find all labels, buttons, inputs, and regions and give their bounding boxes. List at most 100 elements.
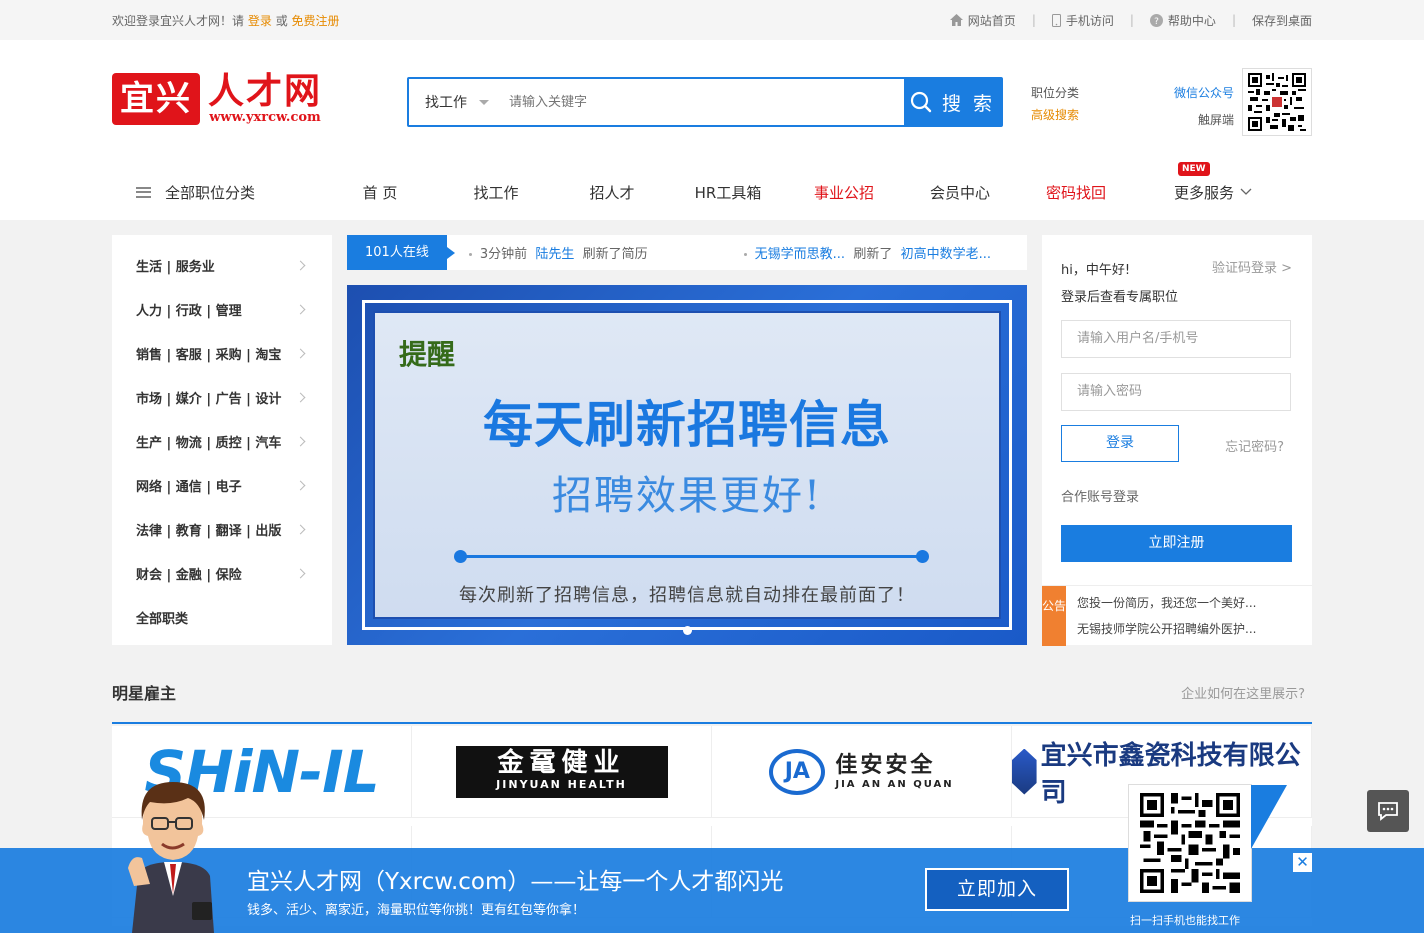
logo-mark: 宜兴	[112, 72, 200, 125]
category-sidebar: 生活 | 服务业 人力 | 行政 | 管理 销售 | 客服 | 采购 | 淘宝 …	[112, 235, 332, 645]
login-link[interactable]: 登录	[248, 14, 272, 28]
login-hint: 登录后查看专属职位	[1061, 290, 1179, 305]
join-now-button[interactable]: 立即加入	[925, 868, 1069, 911]
nav-find-job[interactable]: 找工作	[438, 182, 554, 203]
advanced-search-link[interactable]: 高级搜索	[1031, 104, 1079, 126]
banner-headline: 每天刷新招聘信息	[483, 396, 891, 454]
main-nav: 全部职位分类 首 页 找工作 招人才 HR工具箱 事业公招 会员中心 密码找回 …	[112, 161, 1312, 214]
showcase-question-link[interactable]: 企业如何在这里展示?	[1181, 683, 1305, 702]
chevron-right-icon	[295, 392, 306, 402]
main-section: 生活 | 服务业 人力 | 行政 | 管理 销售 | 客服 | 采购 | 淘宝 …	[112, 235, 1312, 646]
nav-home[interactable]: 首 页	[322, 182, 438, 203]
carousel-dot[interactable]	[683, 626, 692, 635]
advanced-links: 职位分类 高级搜索	[1031, 82, 1079, 126]
divider: |	[1129, 13, 1134, 27]
category-item[interactable]: 市场 | 媒介 | 广告 | 设计	[112, 375, 332, 419]
help-link[interactable]: ? 帮助中心	[1149, 12, 1216, 29]
banner-subline: 招聘效果更好!	[551, 473, 823, 519]
ticker-user-link[interactable]: 陆先生	[535, 247, 574, 262]
nav-password-recovery[interactable]: 密码找回	[1018, 182, 1134, 203]
wechat-link[interactable]: 微信公众号	[1174, 80, 1234, 107]
chat-button[interactable]	[1367, 790, 1409, 832]
register-link[interactable]: 免费注册	[292, 14, 340, 28]
xc-logo-icon	[1012, 748, 1037, 795]
category-item[interactable]: 人力 | 行政 | 管理	[112, 287, 332, 331]
category-item[interactable]: 网络 | 通信 | 电子	[112, 463, 332, 507]
coop-login-label: 合作账号登录	[1061, 490, 1140, 505]
chevron-down-icon	[479, 99, 489, 105]
chevron-right-icon	[295, 304, 306, 314]
promo-sub: 钱多、活少、离家近，海量职位等你挑！更有红包等你拿！	[247, 903, 586, 918]
nav-hr-tools[interactable]: HR工具箱	[670, 182, 786, 203]
ticker-company-link[interactable]: 无锡学而思教...	[755, 247, 845, 262]
menu-icon	[136, 186, 151, 198]
site-home-link[interactable]: 网站首页	[949, 12, 1016, 29]
new-badge: NEW	[1178, 161, 1210, 176]
more-services-menu[interactable]: NEW 更多服务	[1174, 161, 1252, 203]
close-icon[interactable]: ✕	[1293, 853, 1312, 872]
notice-item[interactable]: 无锡技师学院公开招聘编外医护...	[1077, 620, 1277, 637]
qr-labels: 微信公众号 触屏端	[1174, 80, 1234, 134]
welcome-text: 欢迎登录宜兴人才网！请 登录 或 免费注册	[112, 13, 340, 28]
banner-caption: 每次刷新了招聘信息，招聘信息就自动排在最前面了！	[459, 585, 915, 606]
category-item-all[interactable]: 全部职类	[112, 595, 332, 639]
notice-item[interactable]: 您投一份简历，我还您一个美好...	[1077, 594, 1277, 611]
category-item[interactable]: 生产 | 物流 | 质控 | 汽车	[112, 419, 332, 463]
qr-popup	[1128, 784, 1287, 902]
touch-link[interactable]: 触屏端	[1174, 107, 1234, 134]
greeting: hi，中午好!	[1061, 263, 1131, 278]
logo-text: 人才网	[208, 70, 323, 112]
nav-member-center[interactable]: 会员中心	[902, 182, 1018, 203]
home-icon	[949, 14, 963, 26]
search-button[interactable]: 搜 索	[904, 79, 1001, 125]
notice-box: 公告 您投一份简历，我还您一个美好... 无锡技师学院公开招聘编外医护...	[1042, 585, 1312, 646]
phone-icon	[1051, 13, 1061, 27]
qr-code	[1242, 68, 1312, 136]
register-button[interactable]: 立即注册	[1061, 525, 1292, 562]
nav-public-recruit[interactable]: 事业公招	[786, 182, 902, 203]
site-logo[interactable]: 宜兴 人才网 www.yxrcw.com	[112, 72, 322, 125]
divider: |	[1031, 13, 1036, 27]
chevron-right-icon	[295, 524, 306, 534]
category-item[interactable]: 生活 | 服务业	[112, 243, 332, 287]
category-item[interactable]: 财会 | 金融 | 保险	[112, 551, 332, 595]
all-categories-menu[interactable]: 全部职位分类	[112, 182, 322, 203]
ticker-job-link[interactable]: 初高中数学老...	[901, 247, 991, 262]
center-column: 101人在线 3分钟前 陆先生 刷新了简历 无锡学而思教... 刷新了 初高中数…	[347, 235, 1027, 645]
promo-banner[interactable]: 提醒 每天刷新招聘信息 招聘效果更好! 每次刷新了招聘信息，招聘信息就自动排在最…	[347, 285, 1027, 645]
chevron-right-icon	[295, 260, 306, 270]
password-field[interactable]: 请输入密码	[1061, 373, 1291, 411]
forgot-password-link[interactable]: 忘记密码?	[1225, 436, 1284, 455]
category-item[interactable]: 销售 | 客服 | 采购 | 淘宝	[112, 331, 332, 375]
chevron-right-icon	[295, 480, 306, 490]
mobile-link[interactable]: 手机访问	[1051, 12, 1114, 29]
username-field[interactable]: 请输入用户名/手机号	[1061, 320, 1291, 358]
chat-icon	[1378, 802, 1398, 821]
sms-login-link[interactable]: 验证码登录 >	[1212, 257, 1292, 276]
nav-recruit[interactable]: 招人才	[554, 182, 670, 203]
mascot-illustration	[128, 776, 218, 933]
save-desktop-link[interactable]: 保存到桌面	[1252, 12, 1312, 29]
activity-ticker: 101人在线 3分钟前 陆先生 刷新了简历 无锡学而思教... 刷新了 初高中数…	[347, 235, 1027, 270]
header: 宜兴 人才网 www.yxrcw.com 找工作 搜 索 职位分类 高级搜索 微…	[0, 40, 1424, 220]
category-item[interactable]: 法律 | 教育 | 翻译 | 出版	[112, 507, 332, 551]
logo-url: www.yxrcw.com	[209, 110, 321, 125]
top-links: 网站首页 | 手机访问 | ? 帮助中心 | 保存到桌面	[949, 12, 1312, 29]
promo-headline: 宜兴人才网（Yxrcw.com）——让每一个人才都闪光	[247, 869, 784, 895]
star-employers: 明星雇主 企业如何在这里展示? SHiN-IL 金鼋健业 JINYUAN HEAL…	[112, 680, 1312, 926]
banner-divider	[454, 550, 929, 563]
help-icon: ?	[1149, 13, 1163, 27]
category-link[interactable]: 职位分类	[1031, 82, 1079, 104]
chevron-down-icon	[1240, 188, 1252, 195]
employer-logo[interactable]: JA 佳安安全 JIA AN AN QUAN	[712, 726, 1012, 818]
qr-code-icon	[1248, 73, 1306, 131]
search-icon	[910, 91, 932, 113]
search-input[interactable]	[509, 79, 904, 125]
chevron-right-icon	[295, 436, 306, 446]
search-type-select[interactable]: 找工作	[409, 79, 509, 125]
svg-text:?: ?	[1154, 17, 1159, 27]
employer-logo[interactable]: 金鼋健业 JINYUAN HEALTH	[412, 726, 712, 818]
qr-caption: 扫一扫手机也能找工作	[1130, 914, 1240, 927]
ja-logo-icon: JA	[769, 748, 826, 795]
login-button[interactable]: 登录	[1061, 425, 1179, 462]
